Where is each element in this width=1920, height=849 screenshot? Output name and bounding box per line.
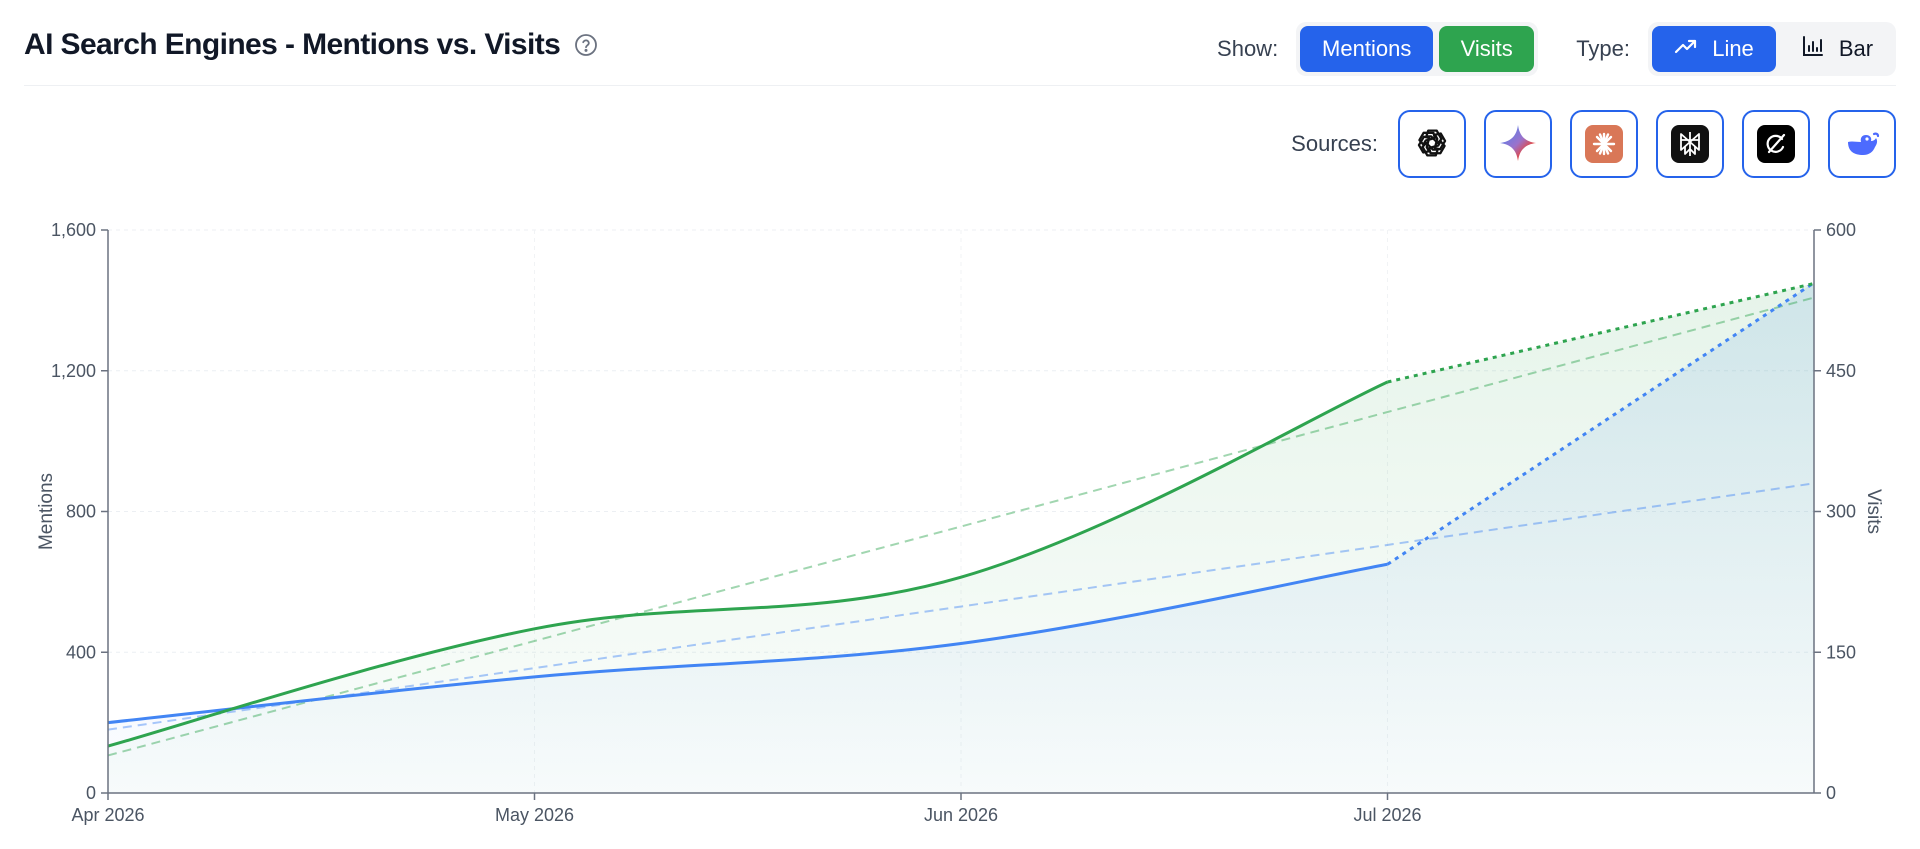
x-tick-label: Jul 2026	[1353, 805, 1421, 825]
y-left-axis-title: Mentions	[36, 473, 57, 550]
y-right-tick-label: 150	[1826, 642, 1856, 662]
show-visits-label: Visits	[1460, 36, 1513, 61]
question-circle-icon[interactable]	[574, 33, 598, 57]
grok-icon	[1757, 125, 1795, 163]
deepseek-icon	[1842, 123, 1882, 166]
trending-up-icon	[1674, 34, 1698, 64]
y-left-tick-label: 1,200	[51, 361, 96, 381]
source-gemini-button[interactable]	[1484, 110, 1552, 178]
perplexity-icon	[1671, 125, 1709, 163]
y-right-tick-label: 600	[1826, 220, 1856, 240]
claude-icon	[1585, 125, 1623, 163]
sources-bar: Sources:	[1291, 110, 1896, 178]
y-right-axis-title: Visits	[1863, 489, 1884, 534]
source-grok-button[interactable]	[1742, 110, 1810, 178]
y-left-tick-label: 400	[66, 642, 96, 662]
type-bar-label: Bar	[1838, 36, 1874, 61]
show-toggle-group: Mentions Visits	[1296, 22, 1539, 76]
page-title: AI Search Engines - Mentions vs. Visits	[24, 28, 561, 61]
source-deepseek-button[interactable]	[1828, 110, 1896, 178]
bar-chart-icon	[1801, 34, 1825, 64]
y-right-tick-label: 300	[1826, 502, 1856, 522]
gemini-icon	[1498, 123, 1538, 166]
x-tick-label: May 2026	[495, 805, 574, 825]
title-group: AI Search Engines - Mentions vs. Visits	[24, 28, 598, 62]
x-tick-label: Apr 2026	[71, 805, 144, 825]
type-line-button[interactable]: Line	[1652, 26, 1776, 72]
sources-label: Sources:	[1291, 131, 1378, 156]
show-mentions-label: Mentions	[1322, 36, 1412, 61]
source-perplexity-button[interactable]	[1656, 110, 1724, 178]
show-visits-button[interactable]: Visits	[1439, 26, 1535, 72]
y-left-tick-label: 800	[66, 502, 96, 522]
y-right-tick-label: 450	[1826, 361, 1856, 381]
type-bar-button[interactable]: Bar	[1782, 26, 1892, 72]
type-toggle-group: Line Bar	[1648, 22, 1896, 76]
x-tick-label: Jun 2026	[924, 805, 998, 825]
type-line-label: Line	[1712, 36, 1754, 61]
mentions-visits-chart: 0 400 800 1,200 1,600 0 150 300 450 600 Apr 2026 Ma…	[36, 220, 1884, 825]
y-left-tick-label: 0	[86, 783, 96, 803]
y-right-tick-label: 0	[1826, 783, 1836, 803]
show-label: Show:	[1217, 36, 1279, 61]
source-claude-button[interactable]	[1570, 110, 1638, 178]
chart-header: AI Search Engines - Mentions vs. Visits …	[24, 0, 1896, 86]
y-left-tick-label: 1,600	[51, 220, 96, 240]
openai-icon	[1413, 124, 1451, 165]
type-label: Type:	[1576, 36, 1630, 61]
source-chatgpt-button[interactable]	[1398, 110, 1466, 178]
show-mentions-button[interactable]: Mentions	[1300, 26, 1434, 72]
chart-controls: Show: Mentions Visits Type: Line Bar	[1217, 22, 1896, 76]
